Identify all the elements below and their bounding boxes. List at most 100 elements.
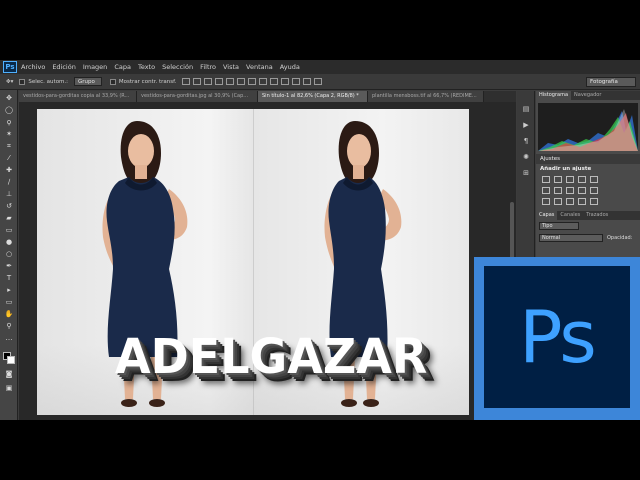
background-color-swatch[interactable] [7,356,15,364]
photo-filter-icon[interactable] [578,187,586,194]
tab-document-2[interactable]: vestidos-para-gorditas.jpg al 30,9% (Cap… [137,91,258,102]
canvas-area: ADELGAZAR [19,102,516,420]
shape-tool-icon[interactable]: ▭ [4,298,14,307]
eraser-tool-icon[interactable]: ▰ [4,214,14,223]
show-transform-checkbox[interactable] [109,78,116,85]
path-selection-tool-icon[interactable]: ▸ [4,286,14,295]
screen-mode-icon[interactable]: ▣ [4,384,14,393]
tab-histogram[interactable]: Histograma [536,91,572,100]
menu-seleccion[interactable]: Selección [162,63,193,71]
tab-navigator[interactable]: Navegador [571,91,604,100]
menu-ventana[interactable]: Ventana [246,63,273,71]
distribute-middle-icon[interactable] [259,78,268,85]
type-tool-icon[interactable]: T [4,274,14,283]
align-center-icon[interactable] [226,78,235,85]
align-bottom-icon[interactable] [204,78,213,85]
tab-document-active[interactable]: Sin título-1 al 82,6% (Capa 2, RGB/8) * [258,91,368,102]
layer-kind-filter[interactable]: Tipo [539,222,579,230]
history-brush-tool-icon[interactable]: ↺ [4,202,14,211]
options-bar: ✥▾ Selec. autom.: Grupo Mostrar contr. t… [0,74,640,90]
distribute-center-icon[interactable] [292,78,301,85]
align-right-icon[interactable] [237,78,246,85]
menu-texto[interactable]: Texto [138,63,155,71]
tab-paths[interactable]: Trazados [583,211,611,220]
menu-archivo[interactable]: Archivo [21,63,45,71]
dodge-tool-icon[interactable]: ○ [4,250,14,259]
document-tabs: vestidos-para-gorditas copia al 33,9% (R… [19,91,516,102]
more-tools-icon[interactable]: … [4,334,14,343]
curves-icon[interactable] [566,176,574,183]
menu-edicion[interactable]: Edición [52,63,76,71]
marquee-tool-icon[interactable]: ◯ [4,106,14,115]
brush-presets-icon[interactable]: ✺ [522,153,530,161]
lasso-tool-icon[interactable]: ϙ [4,118,14,127]
distribute-right-icon[interactable] [303,78,312,85]
layers-panel-tabs: Capas Canales Trazados [536,211,640,220]
distribute-top-icon[interactable] [248,78,257,85]
auto-select-dropdown[interactable]: Grupo [74,77,102,86]
hand-tool-icon[interactable]: ✋ [4,310,14,319]
brightness-icon[interactable] [542,176,550,183]
histogram-panel-tabs: Histograma Navegador [536,91,640,100]
clone-source-icon[interactable]: ⊞ [522,169,530,177]
magic-wand-tool-icon[interactable]: ✶ [4,130,14,139]
menu-ayuda[interactable]: Ayuda [280,63,300,71]
eyedropper-tool-icon[interactable]: ⁄ [4,154,14,163]
distribute-bottom-icon[interactable] [270,78,279,85]
align-left-icon[interactable] [215,78,224,85]
tab-layers[interactable]: Capas [536,211,558,220]
color-balance-icon[interactable] [554,187,562,194]
document-canvas[interactable]: ADELGAZAR [37,109,469,415]
adjustment-icons-row-3 [536,196,640,207]
auto-select-checkbox[interactable] [19,78,26,85]
align-middle-icon[interactable] [193,78,202,85]
align-top-icon[interactable] [182,78,191,85]
black-white-icon[interactable] [566,187,574,194]
distribute-left-icon[interactable] [281,78,290,85]
auto-align-icon[interactable] [314,78,323,85]
history-icon[interactable]: ▤ [522,105,530,113]
gradient-tool-icon[interactable]: ▭ [4,226,14,235]
blend-mode-row: Normal Opacidad: [536,232,640,244]
menu-imagen[interactable]: Imagen [83,63,107,71]
opacity-label: Opacidad: [607,235,633,241]
menu-filtro[interactable]: Filtro [200,63,216,71]
posterize-icon[interactable] [554,198,562,205]
tab-document-4[interactable]: plantilla mensboss.tif al 66,7% (REDIME.… [368,91,484,102]
adjustments-title: Ajustes [536,154,640,164]
channel-mixer-icon[interactable] [590,187,598,194]
invert-icon[interactable] [542,198,550,205]
threshold-icon[interactable] [566,198,574,205]
headline-text: ADELGAZAR [115,327,428,385]
pen-tool-icon[interactable]: ✒ [4,262,14,271]
actions-icon[interactable]: ▶ [522,121,530,129]
tab-channels[interactable]: Canales [557,211,583,220]
crop-tool-icon[interactable]: ⌗ [4,142,14,151]
hue-saturation-icon[interactable] [542,187,550,194]
histogram-graph [538,103,638,151]
adjustment-icons-row-1 [536,174,640,185]
quick-mask-icon[interactable]: ◙ [4,370,14,379]
brush-tool-icon[interactable]: ∕ [4,178,14,187]
gradient-map-icon[interactable] [590,198,598,205]
healing-brush-tool-icon[interactable]: ✚ [4,166,14,175]
photoshop-window: Ps Archivo Edición Imagen Capa Texto Sel… [0,60,640,420]
blend-mode-dropdown[interactable]: Normal [539,234,603,242]
menu-vista[interactable]: Vista [223,63,239,71]
zoom-tool-icon[interactable]: ⚲ [4,322,14,331]
exposure-icon[interactable] [578,176,586,183]
add-adjustment-label: Añadir un ajuste [540,166,592,172]
move-tool-icon[interactable]: ✥▾ [6,79,13,85]
character-icon[interactable]: ¶ [522,137,530,145]
vibrance-icon[interactable] [590,176,598,183]
levels-icon[interactable] [554,176,562,183]
move-tool-icon[interactable]: ✥ [4,94,14,103]
selective-color-icon[interactable] [578,198,586,205]
clone-stamp-tool-icon[interactable]: ⊥ [4,190,14,199]
ps-app-logo[interactable]: Ps [3,61,17,73]
vertical-scrollbar[interactable] [510,202,514,262]
tab-document-1[interactable]: vestidos-para-gorditas copia al 33,9% (R… [19,91,137,102]
workspace-dropdown[interactable]: Fotografía [586,77,636,87]
blur-tool-icon[interactable]: ● [4,238,14,247]
menu-capa[interactable]: Capa [114,63,131,71]
